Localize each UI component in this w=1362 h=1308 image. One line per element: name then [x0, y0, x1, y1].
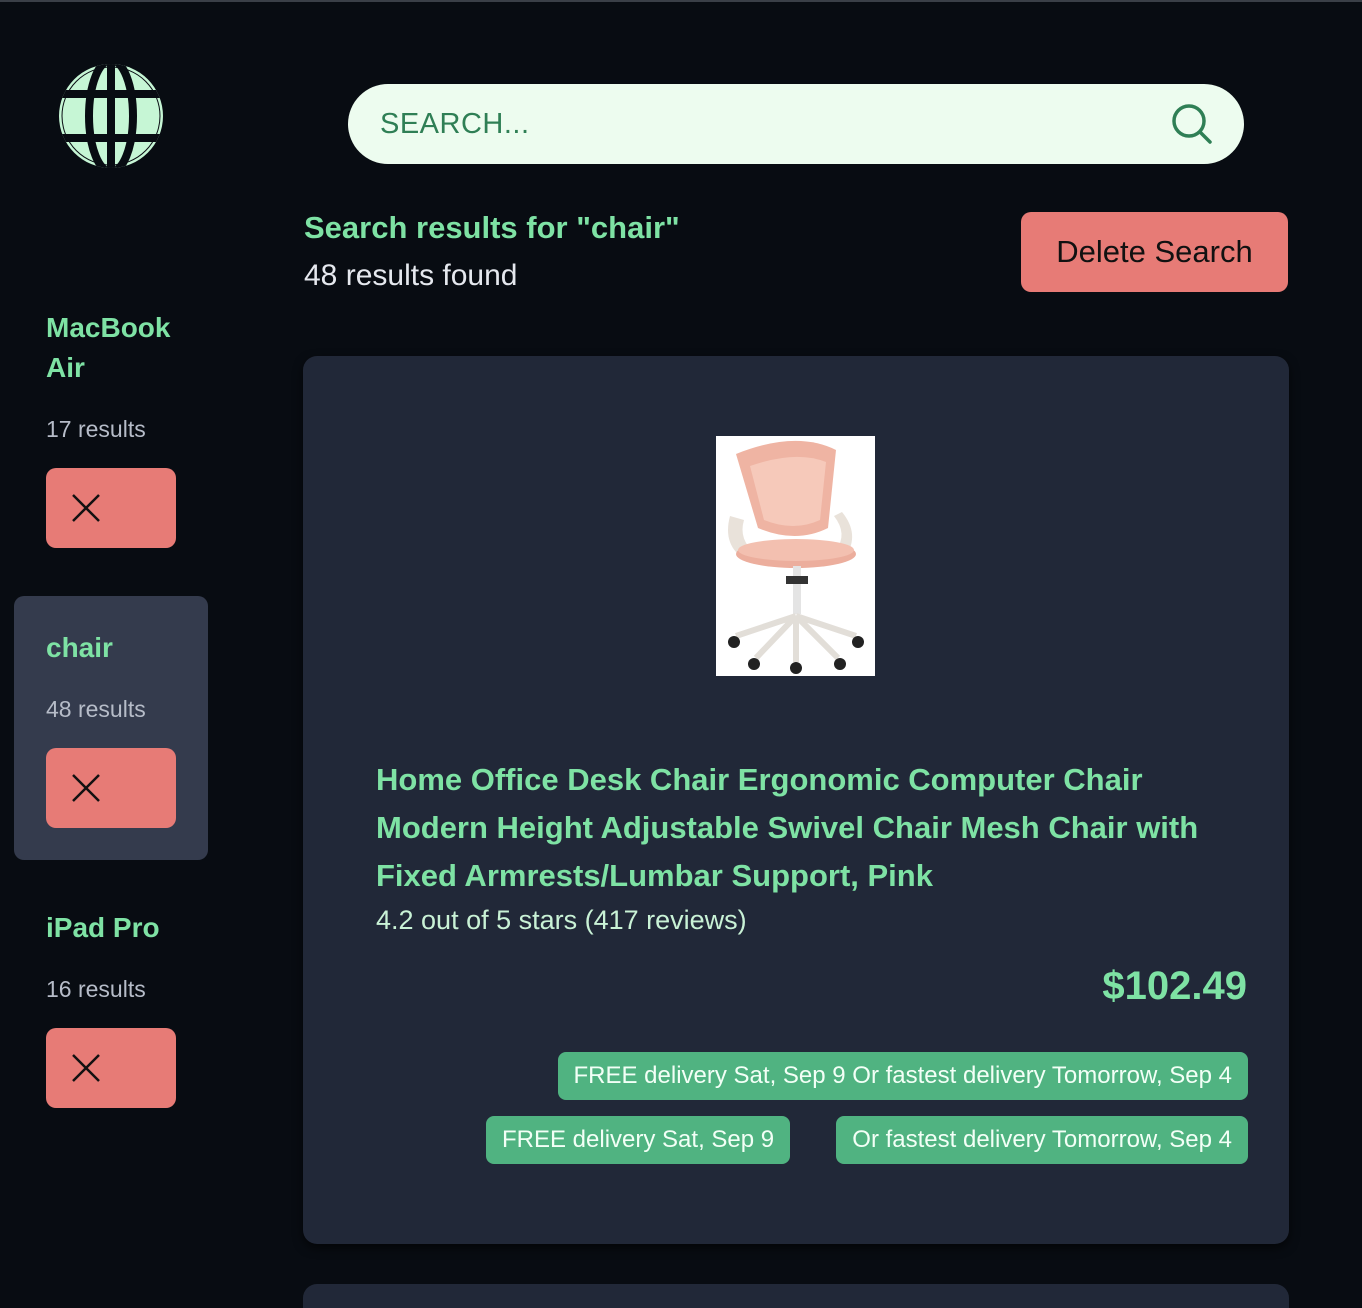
sidebar-item-title[interactable]: chair: [46, 628, 196, 668]
search-icon[interactable]: [1170, 102, 1214, 146]
sidebar-item-count: 17 results: [46, 416, 146, 442]
delete-search-ipad-pro-button[interactable]: [46, 1028, 176, 1108]
sidebar-item-macbook-air[interactable]: MacBook Air 17 results: [14, 302, 208, 562]
sidebar-item-ipad-pro[interactable]: iPad Pro 16 results: [14, 876, 208, 1116]
sidebar-item-count: 48 results: [46, 696, 146, 722]
sidebar-item-title[interactable]: iPad Pro: [46, 908, 196, 948]
product-image[interactable]: [716, 436, 875, 676]
delete-search-macbook-air-button[interactable]: [46, 468, 176, 548]
search-bar: [348, 84, 1244, 164]
product-title[interactable]: Home Office Desk Chair Ergonomic Compute…: [376, 756, 1256, 900]
app-window: MacBook Air 17 results chair 48 results …: [0, 0, 1362, 1308]
delivery-badge: FREE delivery Sat, Sep 9 Or fastest deli…: [557, 1052, 1248, 1100]
product-card[interactable]: Home Office Desk Chair Ergonomic Compute…: [303, 356, 1289, 1244]
results-title: Search results for "chair": [304, 210, 680, 245]
delete-search-chair-button[interactable]: [46, 748, 176, 828]
delivery-badge: FREE delivery Sat, Sep 9: [486, 1116, 791, 1164]
results-count: 48 results found: [304, 259, 518, 292]
close-icon: [72, 1054, 100, 1082]
sidebar-item-chair[interactable]: chair 48 results: [14, 596, 208, 860]
sidebar-item-title[interactable]: MacBook Air: [46, 308, 196, 388]
delivery-badge: Or fastest delivery Tomorrow, Sep 4: [836, 1116, 1248, 1164]
product-price: $102.49: [1102, 964, 1247, 1008]
product-card[interactable]: [303, 1284, 1289, 1308]
delete-search-button[interactable]: Delete Search: [1021, 212, 1288, 292]
close-icon: [72, 494, 100, 522]
globe-icon[interactable]: [58, 64, 164, 168]
search-input[interactable]: [380, 102, 1140, 146]
sidebar-item-count: 16 results: [46, 976, 146, 1002]
close-icon: [72, 774, 100, 802]
product-rating: 4.2 out of 5 stars (417 reviews): [376, 905, 747, 935]
